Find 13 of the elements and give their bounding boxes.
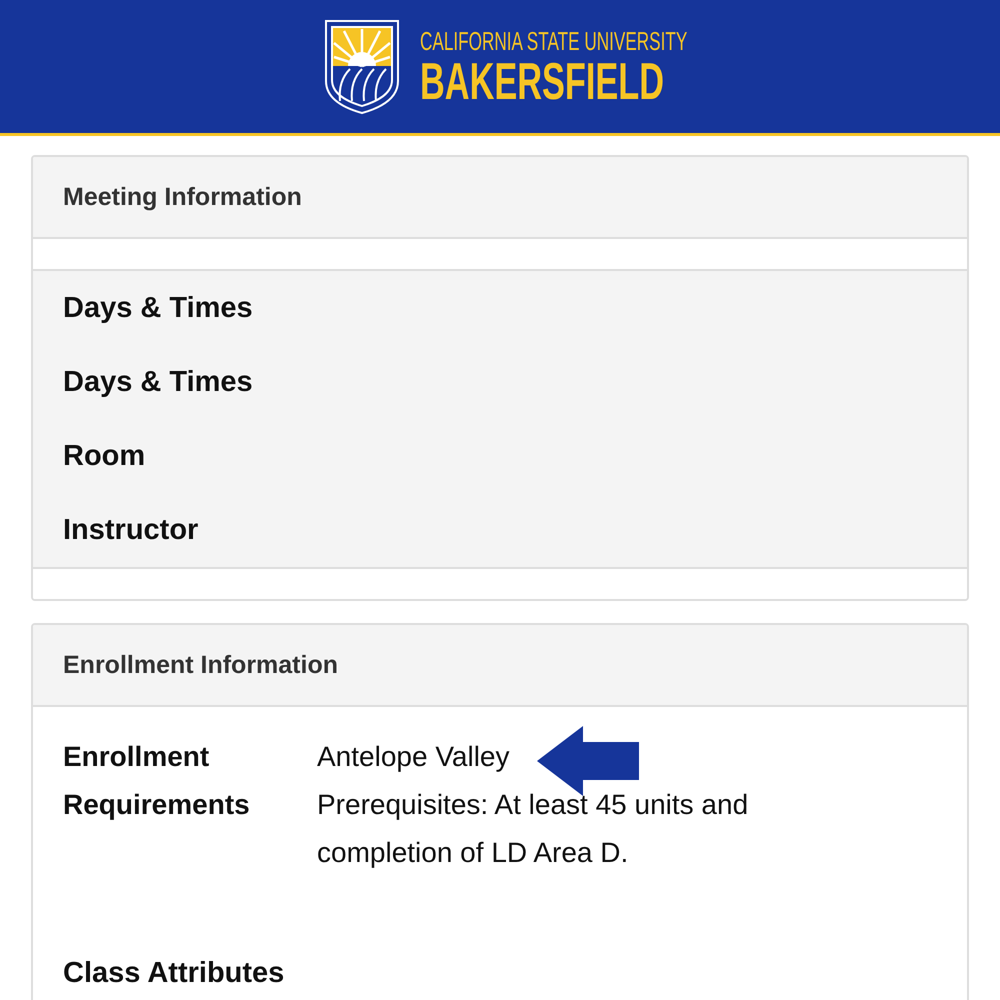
- field-label: Enrollment Requirements: [63, 740, 251, 822]
- field-label: Instructor: [63, 512, 200, 548]
- logo-university-text: CALIFORNIA STATE UNIVERSITY: [420, 26, 688, 54]
- panel-heading: Enrollment Information: [33, 625, 967, 707]
- panel-heading: Meeting Information: [33, 157, 967, 239]
- logo-icon: [324, 18, 400, 114]
- field-value: Antelope Valley: [317, 740, 510, 774]
- field-value: Prerequisites: At least 45 units and completion of LD Area D.: [317, 788, 750, 870]
- field-label: Days & Times: [63, 290, 254, 326]
- logo-campus-text: BAKERSFIELD: [420, 56, 664, 106]
- field-label: Days & Times: [63, 364, 254, 400]
- field-label: Room: [63, 438, 146, 474]
- section-label: Class Attributes: [63, 957, 286, 990]
